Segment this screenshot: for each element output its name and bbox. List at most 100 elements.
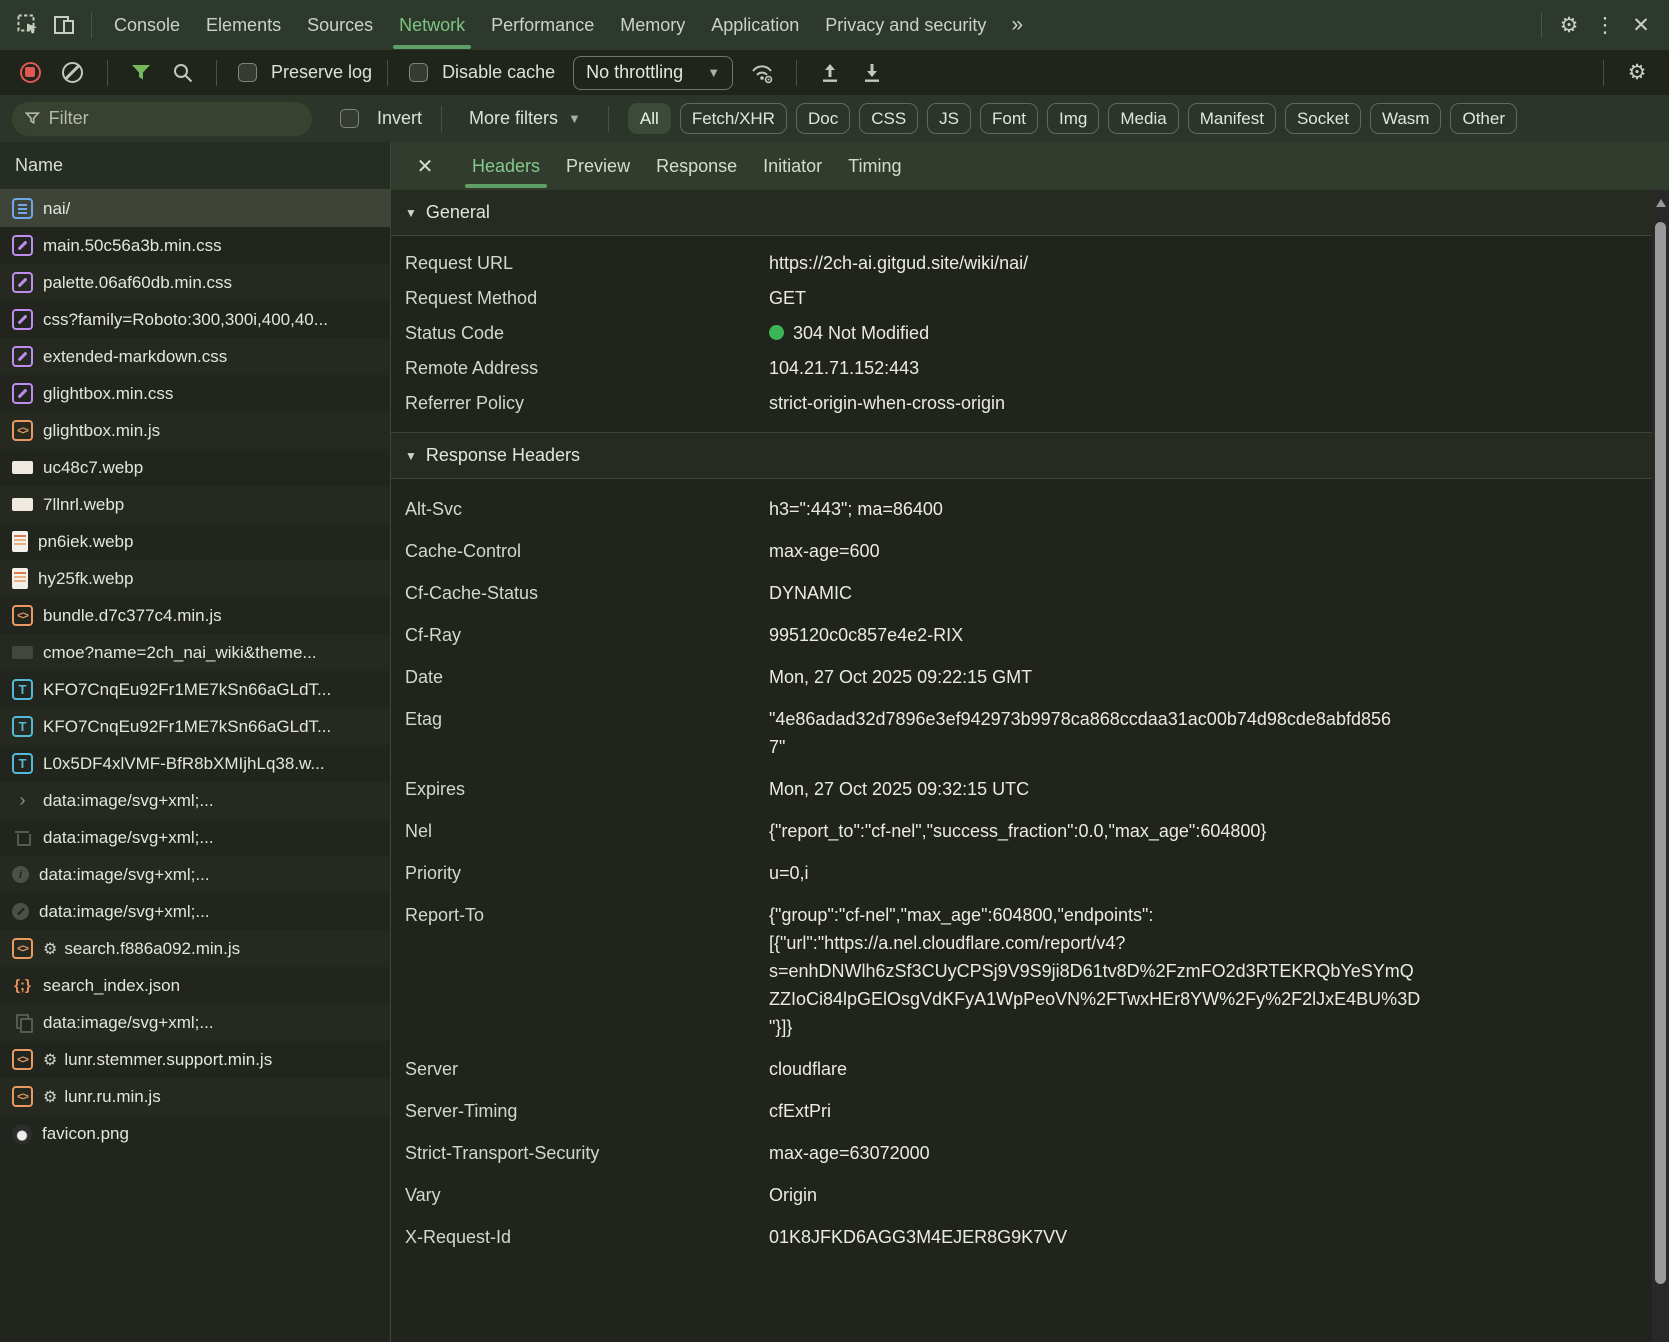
filter-chip-font[interactable]: Font [980, 103, 1039, 134]
network-request-row[interactable]: <> ⚙ lunr.ru.min.js [0, 1078, 390, 1115]
filter-chip-wasm[interactable]: Wasm [1369, 103, 1442, 134]
name-column-header[interactable]: Name [0, 142, 390, 190]
network-request-row[interactable]: palette.06af60db.min.css [0, 264, 390, 301]
detail-tab-headers[interactable]: Headers [459, 142, 553, 190]
filter-chip-doc[interactable]: Doc [795, 103, 851, 134]
record-network-log-button[interactable] [20, 62, 41, 83]
filter-chip-fetch-xhr[interactable]: Fetch/XHR [679, 103, 787, 134]
network-request-row[interactable]: i data:image/svg+xml;... [0, 856, 390, 893]
request-name: data:image/svg+xml;... [39, 901, 210, 921]
network-request-row[interactable]: uc48c7.webp [0, 449, 390, 486]
invert-filter-checkbox[interactable] [340, 109, 359, 128]
network-request-row[interactable]: T L0x5DF4xlVMF-BfR8bXMIjhLq38.w... [0, 745, 390, 782]
detail-tabs: Headers Preview Response Initiator Timing [459, 142, 915, 190]
network-request-row[interactable]: T KFO7CnqEu92Fr1ME7kSn66aGLdT... [0, 708, 390, 745]
search-icon[interactable] [165, 55, 201, 91]
scrollbar-thumb[interactable] [1655, 222, 1666, 1284]
kebab-menu-icon[interactable]: ⋮ [1587, 7, 1623, 43]
network-request-row[interactable]: data:image/svg+xml;... [0, 1004, 390, 1041]
filter-funnel-icon [25, 112, 40, 125]
network-request-row[interactable]: data:image/svg+xml;... [0, 893, 390, 930]
network-request-row[interactable]: <> ⚙ lunr.stemmer.support.min.js [0, 1041, 390, 1078]
network-request-row[interactable]: <> glightbox.min.js [0, 412, 390, 449]
network-request-row[interactable]: data:image/svg+xml;... [0, 819, 390, 856]
close-devtools-icon[interactable]: ✕ [1623, 7, 1659, 43]
tab-console[interactable]: Console [101, 0, 193, 50]
tab-network[interactable]: Network [386, 0, 478, 50]
header-value: 304 Not Modified [769, 319, 929, 347]
network-request-row[interactable]: hy25fk.webp [0, 560, 390, 597]
more-tabs-chevron-icon[interactable]: » [999, 13, 1035, 37]
detail-tab-response[interactable]: Response [643, 142, 750, 190]
inspect-element-icon[interactable] [10, 7, 46, 43]
export-har-icon[interactable] [854, 55, 890, 91]
filter-chip-other[interactable]: Other [1450, 103, 1517, 134]
svg-pencil-file-icon [12, 903, 29, 920]
header-value: DYNAMIC [769, 583, 853, 603]
tab-privacy-and-security[interactable]: Privacy and security [812, 0, 999, 50]
detail-tab-preview[interactable]: Preview [553, 142, 643, 190]
header-field: Expires Mon, 27 Oct 2025 09:32:15 UTC [405, 768, 1652, 810]
network-request-row[interactable]: <> bundle.d7c377c4.min.js [0, 597, 390, 634]
network-conditions-icon[interactable] [745, 55, 781, 91]
filter-chip-socket[interactable]: Socket [1284, 103, 1361, 134]
header-name: Priority [405, 863, 462, 883]
network-request-row[interactable]: pn6iek.webp [0, 523, 390, 560]
network-request-row[interactable]: › data:image/svg+xml;... [0, 782, 390, 819]
font-file-icon: T [12, 753, 33, 774]
triangle-down-icon: ▼ [405, 205, 417, 220]
network-request-row[interactable]: glightbox.min.css [0, 375, 390, 412]
device-toolbar-icon[interactable] [46, 7, 82, 43]
tab-performance[interactable]: Performance [478, 0, 607, 50]
request-name: KFO7CnqEu92Fr1ME7kSn66aGLdT... [43, 716, 332, 736]
network-settings-gear-icon[interactable]: ⚙ [1619, 55, 1655, 91]
tab-application[interactable]: Application [698, 0, 812, 50]
clear-network-log-button[interactable] [62, 62, 83, 83]
headers-content: ▼ General Request URL https://2ch-ai.gitgud… [391, 190, 1669, 1342]
request-name: uc48c7.webp [43, 457, 144, 477]
network-request-row[interactable]: favicon.png [0, 1115, 390, 1152]
detail-tab-timing[interactable]: Timing [835, 142, 914, 190]
disable-cache-checkbox[interactable] [409, 63, 429, 82]
section-header-response-headers[interactable]: ▼ Response Headers [391, 433, 1652, 479]
network-request-row[interactable]: <> ⚙ search.f886a092.min.js [0, 930, 390, 967]
network-request-row[interactable]: extended-markdown.css [0, 338, 390, 375]
network-request-row[interactable]: css?family=Roboto:300,300i,400,40... [0, 301, 390, 338]
tab-sources[interactable]: Sources [294, 0, 386, 50]
filter-input[interactable] [48, 108, 299, 129]
filter-chip-all[interactable]: All [627, 103, 671, 134]
filter-chip-img[interactable]: Img [1047, 103, 1100, 134]
import-har-icon[interactable] [812, 55, 848, 91]
filter-funnel-icon[interactable] [123, 55, 159, 91]
network-request-row[interactable]: nai/ [0, 190, 390, 227]
request-name: bundle.d7c377c4.min.js [43, 605, 222, 625]
header-name: Remote Address [405, 357, 539, 378]
network-request-row[interactable]: {;} search_index.json [0, 967, 390, 1004]
filter-chip-media[interactable]: Media [1108, 103, 1179, 134]
network-request-row[interactable]: 7llnrl.webp [0, 486, 390, 523]
header-field: Request Method GET [405, 280, 1652, 315]
preserve-log-checkbox[interactable] [238, 63, 257, 82]
filter-chip-css[interactable]: CSS [859, 103, 919, 134]
throttling-select[interactable]: No throttling ▼ [573, 55, 734, 90]
js-file-icon: <> [12, 420, 33, 441]
json-file-icon: {;} [14, 977, 31, 994]
detail-tab-initiator[interactable]: Initiator [750, 142, 835, 190]
network-request-row[interactable]: T KFO7CnqEu92Fr1ME7kSn66aGLdT... [0, 671, 390, 708]
tab-memory[interactable]: Memory [607, 0, 698, 50]
settings-gear-icon[interactable]: ⚙ [1551, 7, 1587, 43]
filter-chip-manifest[interactable]: Manifest [1187, 103, 1276, 134]
triangle-down-icon: ▼ [405, 448, 417, 463]
close-detail-icon[interactable]: ✕ [405, 154, 445, 179]
img-dark-file-icon [12, 646, 33, 659]
section-header-general[interactable]: ▼ General [391, 190, 1652, 236]
tab-elements[interactable]: Elements [193, 0, 294, 50]
network-request-row[interactable]: main.50c56a3b.min.css [0, 227, 390, 264]
filter-chip-js[interactable]: JS [927, 103, 972, 134]
more-filters-dropdown[interactable]: More filters ▼ [461, 108, 589, 129]
vertical-scrollbar[interactable] [1652, 190, 1669, 1342]
scroll-up-arrow-icon[interactable] [1655, 199, 1666, 207]
header-name: Status Code [405, 322, 505, 343]
network-request-row[interactable]: cmoe?name=2ch_nai_wiki&theme... [0, 634, 390, 671]
js-file-icon: <> [12, 1086, 33, 1107]
